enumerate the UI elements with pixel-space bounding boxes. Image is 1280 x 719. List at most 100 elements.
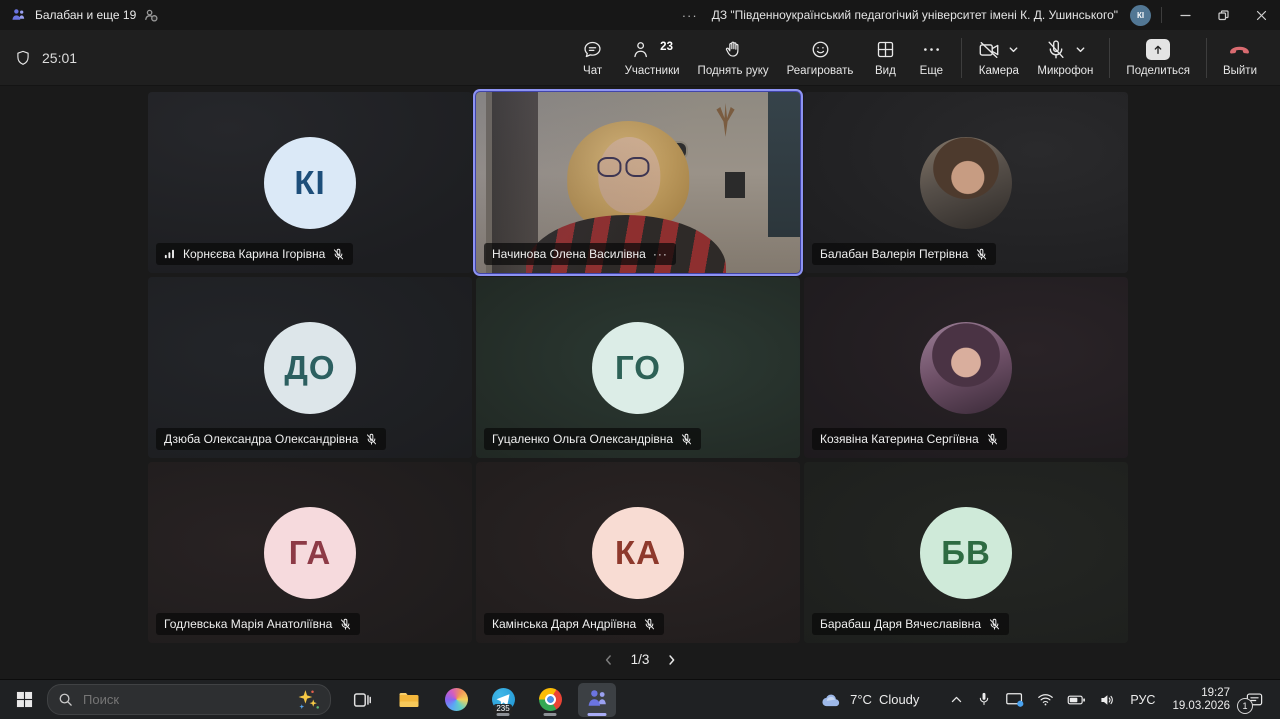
weather-widget[interactable]: 7°C Cloudy — [814, 689, 925, 710]
chevron-down-icon[interactable] — [1075, 44, 1086, 55]
mic-muted-icon — [332, 248, 345, 261]
participant-nameplate: Козявіна Катерина Сергіївна — [812, 428, 1007, 450]
toolbar-divider — [1206, 38, 1207, 78]
chat-icon — [582, 39, 603, 61]
weather-condition: Cloudy — [879, 692, 919, 707]
participant-name: Начинова Олена Василівна — [492, 247, 646, 261]
tray-battery-button[interactable] — [1065, 690, 1088, 710]
participant-name: Балабан Валерія Петрівна — [820, 247, 968, 261]
participant-nameplate: Начинова Олена Василівна ··· — [484, 243, 676, 265]
notification-center-button[interactable]: 1 — [1243, 689, 1266, 711]
title-overflow-icon[interactable]: ··· — [682, 8, 698, 23]
clock-widget[interactable]: 19:27 19.03.2026 — [1168, 687, 1234, 713]
participant-tile[interactable]: Козявіна Катерина Сергіївна — [804, 277, 1128, 458]
participant-nameplate: Гуцаленко Ольга Олександрівна — [484, 428, 701, 450]
participant-more-button[interactable]: ··· — [653, 250, 668, 258]
cloud-icon — [820, 690, 843, 709]
participant-tile[interactable]: ГОГуцаленко Ольга Олександрівна — [476, 277, 800, 458]
avatar-photo — [920, 137, 1012, 229]
mic-muted-icon — [680, 433, 693, 446]
camera-off-icon — [978, 39, 1000, 61]
participant-tile[interactable]: Начинова Олена Василівна ··· — [476, 92, 800, 273]
shield-icon — [14, 49, 32, 67]
participant-tile[interactable]: ГА Годлевська Марія Анатоліївна — [148, 462, 472, 643]
speaker-icon — [1099, 692, 1115, 708]
participant-name: Годлевська Марія Анатоліївна — [164, 617, 332, 631]
profile-avatar-badge[interactable]: КІ — [1130, 5, 1151, 26]
language-indicator[interactable]: РУС — [1126, 691, 1159, 709]
view-button[interactable]: Вид — [862, 36, 908, 80]
more-dots-icon — [921, 39, 942, 61]
teams-meeting-window: Балабан и еще 19 ··· ДЗ "Південноукраїнс… — [0, 0, 1280, 719]
tray-volume-button[interactable] — [1097, 690, 1117, 710]
page-next-icon[interactable] — [665, 654, 677, 666]
taskbar-app-copilot[interactable] — [437, 683, 475, 717]
participant-name: Дзюба Олександра Олександрівна — [164, 432, 358, 446]
participant-tile[interactable]: КІКорнєєва Карина Ігорівна — [148, 92, 472, 273]
mic-off-icon — [1045, 39, 1067, 61]
mic-muted-icon — [975, 248, 988, 261]
participant-nameplate: Годлевська Марія Анатоліївна — [156, 613, 360, 635]
participants-count: 23 — [660, 41, 673, 53]
hang-up-icon — [1226, 39, 1253, 61]
avatar-photo — [920, 322, 1012, 414]
tray-wifi-button[interactable] — [1035, 690, 1056, 709]
more-button[interactable]: Еще — [908, 36, 954, 80]
toolbar-divider — [961, 38, 962, 78]
raise-hand-icon — [723, 39, 744, 61]
taskbar-app-teams[interactable] — [578, 683, 616, 717]
avatar-initials: КА — [592, 507, 684, 599]
search-box[interactable] — [47, 684, 331, 715]
participants-button[interactable]: 23 Участники — [616, 36, 689, 80]
smiley-icon — [810, 39, 831, 61]
mic-icon — [976, 692, 992, 708]
teams-app-icon — [10, 7, 27, 24]
tray-overflow-button[interactable] — [948, 692, 965, 707]
meeting-timer: 25:01 — [14, 49, 77, 67]
wifi-icon — [1037, 692, 1054, 707]
chevron-up-icon — [950, 694, 963, 705]
participant-name: Гуцаленко Ольга Олександрівна — [492, 432, 673, 446]
meeting-people-icon — [144, 8, 158, 22]
taskbar-app-chrome[interactable] — [531, 683, 569, 717]
participant-nameplate: Корнєєва Карина Ігорівна — [156, 243, 353, 265]
start-button[interactable] — [12, 687, 37, 712]
react-button[interactable]: Реагировать — [778, 36, 863, 80]
meeting-toolbar: 25:01 Чат 23 Участники Поднять руку Реаг… — [0, 30, 1280, 86]
mic-muted-icon — [365, 433, 378, 446]
chat-button[interactable]: Чат — [570, 36, 616, 80]
restore-button[interactable] — [1204, 0, 1242, 30]
participant-tile[interactable]: Балабан Валерія Петрівна — [804, 92, 1128, 273]
page-prev-icon[interactable] — [603, 654, 615, 666]
taskbar-app-file-explorer[interactable] — [390, 683, 428, 717]
participant-nameplate: Барабаш Даря Вячеславівна — [812, 613, 1009, 635]
mic-muted-icon — [988, 618, 1001, 631]
close-button[interactable] — [1242, 0, 1280, 30]
participant-tile[interactable]: КА Камінська Даря Андріївна — [476, 462, 800, 643]
participant-tile[interactable]: БВБарабаш Даря Вячеславівна — [804, 462, 1128, 643]
minimize-button[interactable] — [1166, 0, 1204, 30]
share-button[interactable]: Поделиться — [1117, 36, 1199, 80]
participant-name: Камінська Даря Андріївна — [492, 617, 636, 631]
chevron-down-icon[interactable] — [1008, 44, 1019, 55]
taskbar-app-telegram[interactable]: 235 — [484, 683, 522, 717]
search-input[interactable] — [81, 691, 287, 708]
teams-icon — [585, 687, 610, 712]
leave-button[interactable]: Выйти — [1214, 36, 1266, 80]
tray-cast-button[interactable] — [1003, 689, 1026, 710]
microphone-button[interactable]: Микрофон — [1028, 36, 1102, 80]
notification-badge: 1 — [1237, 698, 1253, 714]
participant-name: Барабаш Даря Вячеславівна — [820, 617, 981, 631]
running-indicator — [588, 713, 607, 716]
title-bar: Балабан и еще 19 ··· ДЗ "Південноукраїнс… — [0, 0, 1280, 30]
raise-hand-button[interactable]: Поднять руку — [689, 36, 778, 80]
participant-tile[interactable]: ДОДзюба Олександра Олександрівна — [148, 277, 472, 458]
camera-button[interactable]: Камера — [969, 36, 1028, 80]
battery-icon — [1067, 692, 1086, 708]
window-title: ДЗ "Південноукраїнський педагогічий унів… — [712, 8, 1118, 22]
tray-mic-button[interactable] — [974, 690, 994, 710]
task-view-icon — [351, 689, 373, 711]
timer-value: 25:01 — [42, 50, 77, 66]
taskbar-app-task-view[interactable] — [343, 683, 381, 717]
avatar-initials: ГА — [264, 507, 356, 599]
